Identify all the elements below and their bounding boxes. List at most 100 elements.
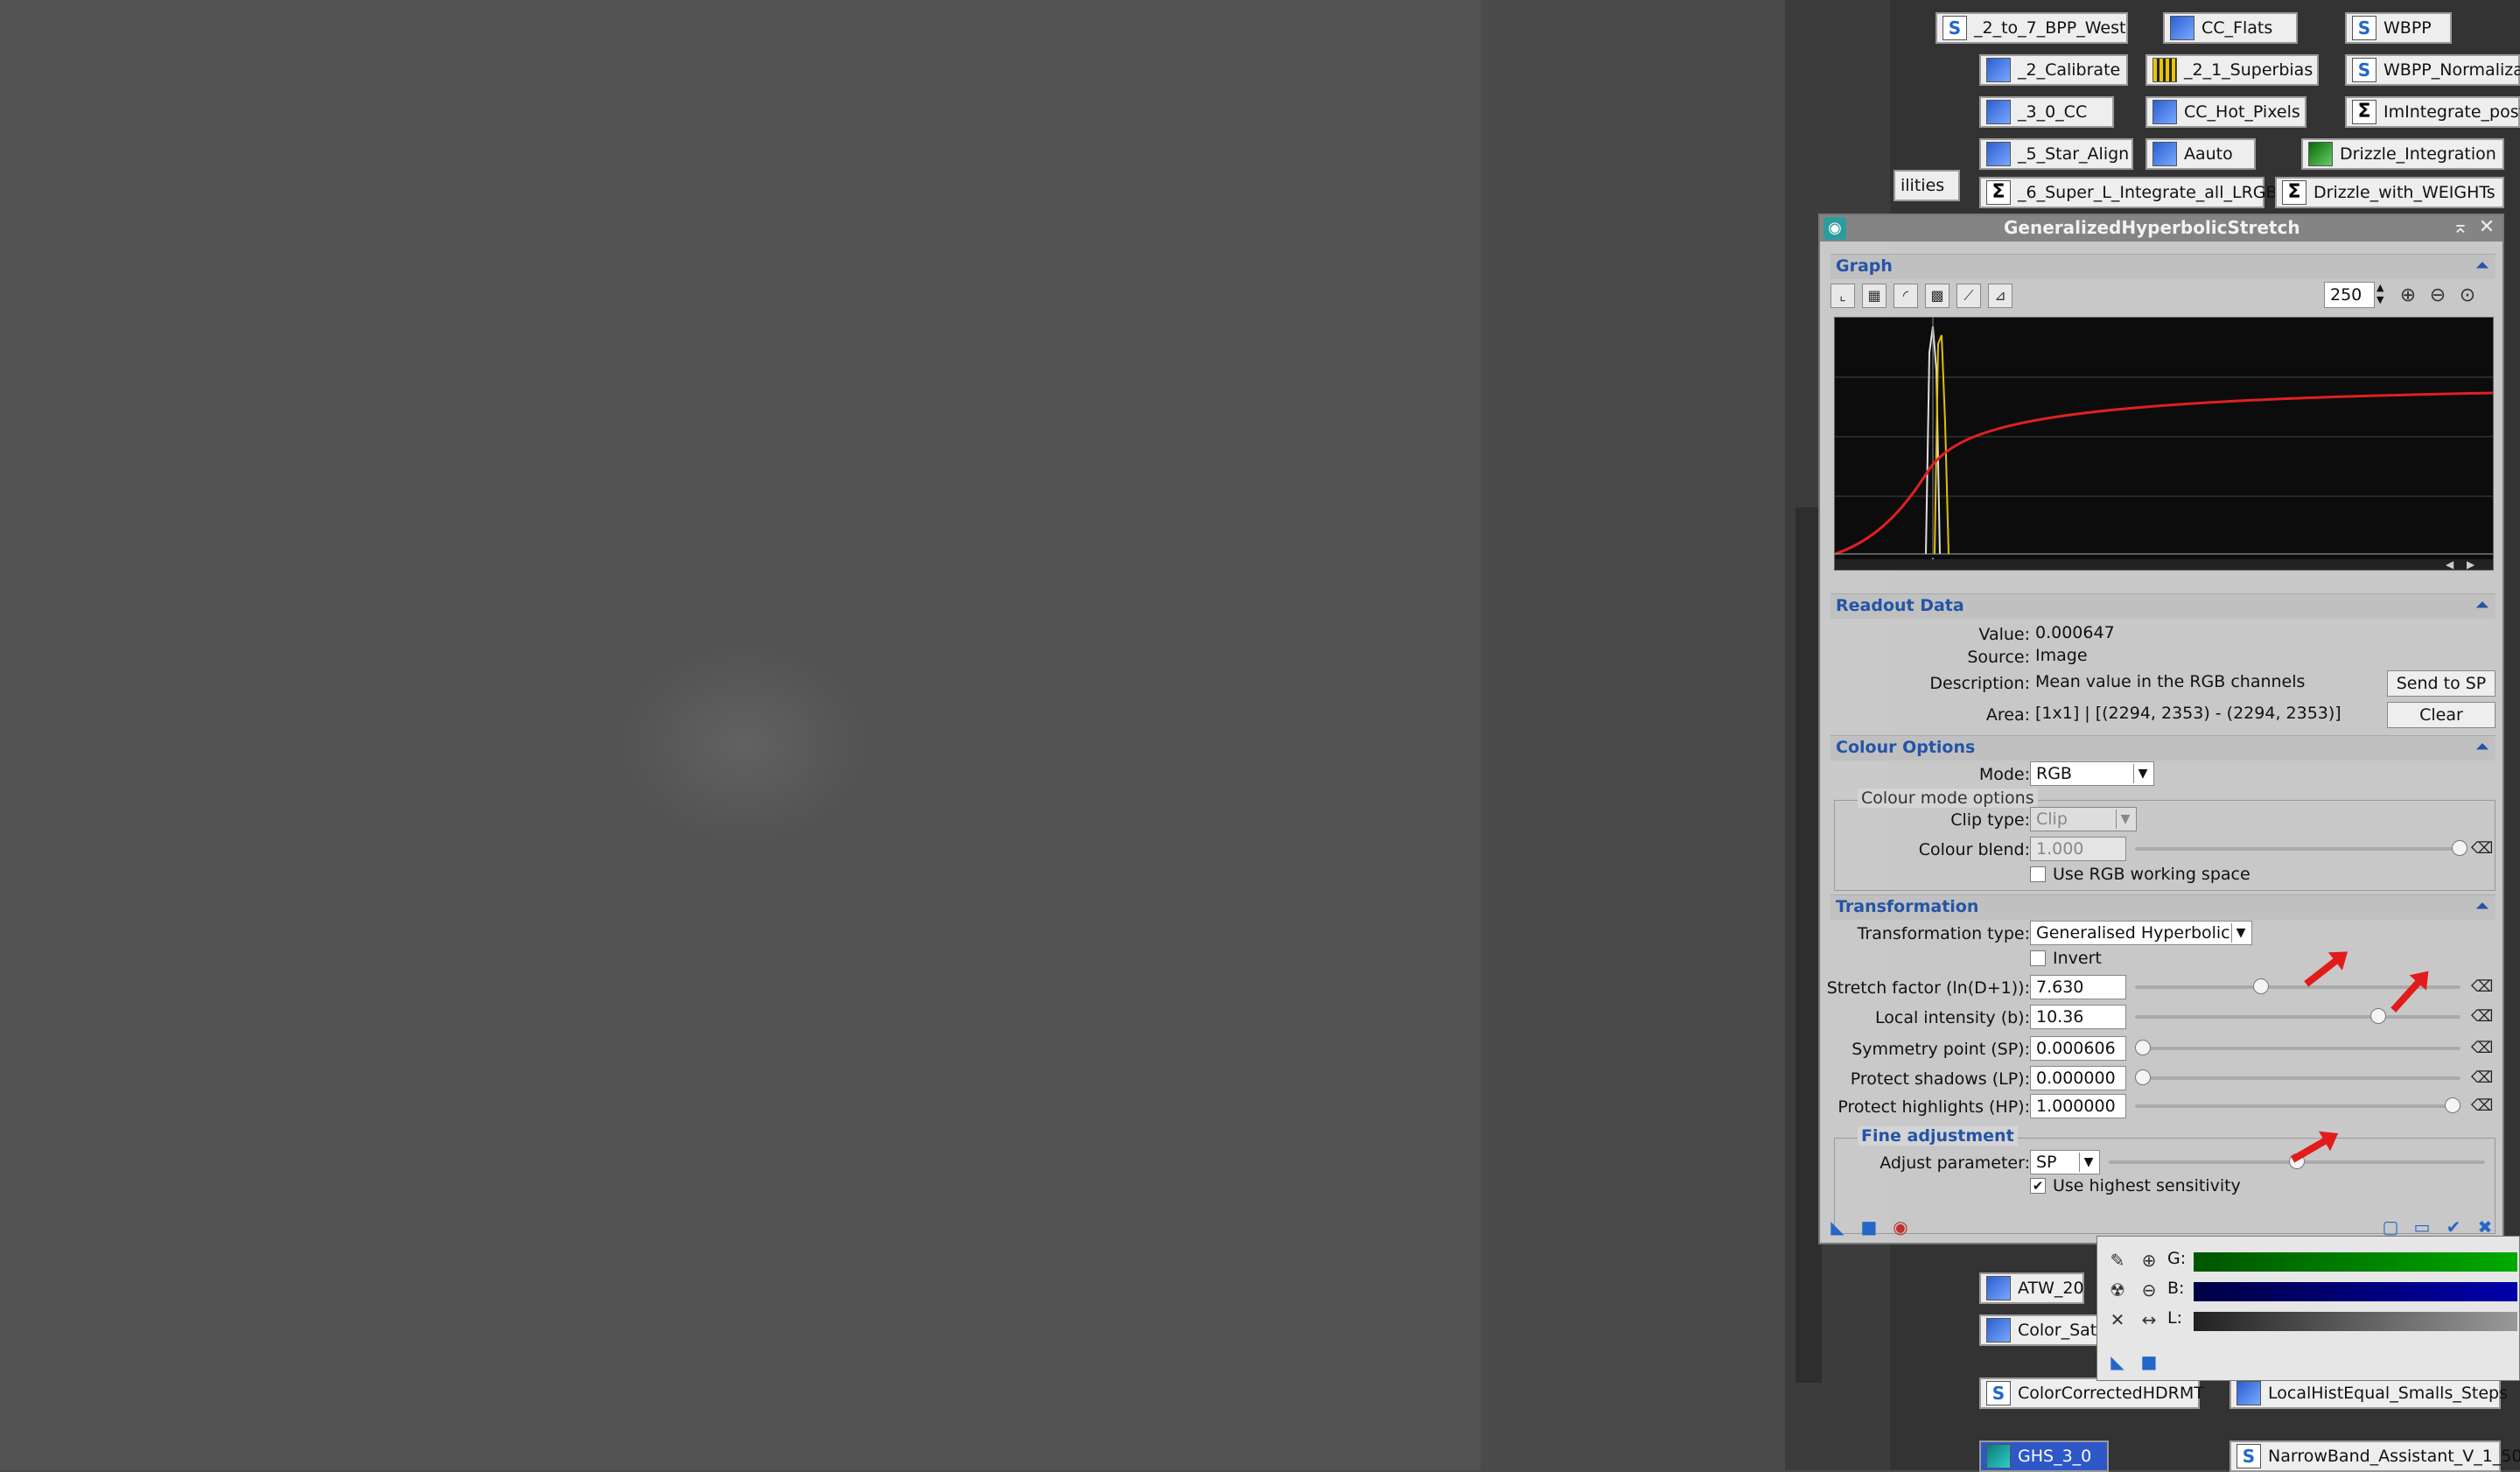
workspace-process-icon[interactable]: Aauto xyxy=(2146,138,2256,170)
dialog-titlebar[interactable]: ◉ GeneralizedHyperbolicStretch ⌅ ✕ xyxy=(1820,215,2502,242)
colour-blend-slider[interactable] xyxy=(2135,840,2468,856)
reset-icon[interactable]: ⌫ xyxy=(2471,978,2493,996)
zoom-in-icon[interactable]: ⊕ xyxy=(2396,284,2420,308)
shade-icon[interactable]: ⌅ xyxy=(2450,217,2471,238)
workspace-process-icon[interactable]: LocalHistEqual_Smalls_Steps xyxy=(2230,1377,2508,1409)
workspace-process-icon[interactable]: Σ Drizzle_with_WEIGHTs xyxy=(2275,177,2504,208)
transformation-type-select[interactable]: Generalised Hyperbolic ▼ xyxy=(2030,921,2252,945)
stf-channel-b[interactable]: B: xyxy=(2167,1279,2517,1305)
edit-icon[interactable]: ✎ xyxy=(2106,1249,2129,1272)
new-instance-icon[interactable]: ◣ xyxy=(1827,1216,1848,1237)
browse-doc-icon[interactable]: ▢ xyxy=(2380,1216,2401,1237)
workspace-process-icon[interactable]: Color_Satu xyxy=(1979,1314,2107,1346)
send-to-sp-button[interactable]: Send to SP xyxy=(2387,670,2496,697)
invert-checkbox[interactable]: Invert xyxy=(2030,949,2102,968)
param-value-input[interactable]: 0.000000 xyxy=(2030,1066,2126,1090)
highest-sensitivity-box[interactable]: ✔ xyxy=(2030,1178,2046,1194)
stf-l-bar[interactable] xyxy=(2194,1312,2517,1331)
image-canvas[interactable] xyxy=(0,0,1787,1470)
clip-type-select[interactable]: Clip ▼ xyxy=(2030,807,2137,831)
workspace-process-icon[interactable]: S WBPP xyxy=(2345,12,2452,44)
param-slider[interactable] xyxy=(2135,1069,2460,1085)
workspace-process-icon[interactable]: Σ ImIntegrate_postL xyxy=(2345,96,2520,128)
reset-icon[interactable]: ⌫ xyxy=(2471,840,2493,858)
graph-grid-icon[interactable]: ▩ xyxy=(1925,284,1950,308)
workspace-process-icon[interactable]: _5_Star_Align xyxy=(1979,138,2133,170)
stf-b-bar[interactable] xyxy=(2194,1282,2517,1301)
graph-log-icon[interactable]: ⊿ xyxy=(1988,284,2012,308)
clear-button[interactable]: Clear xyxy=(2387,702,2496,728)
use-rgb-box[interactable] xyxy=(2030,866,2046,882)
param-slider[interactable] xyxy=(2135,1008,2460,1024)
highest-sensitivity-checkbox[interactable]: ✔ Use highest sensitivity xyxy=(2030,1176,2241,1195)
close-icon[interactable]: ✕ xyxy=(2476,217,2497,238)
reset-icon[interactable]: ⌫ xyxy=(2471,1069,2493,1087)
stf-g-bar[interactable] xyxy=(2194,1252,2517,1272)
use-rgb-checkbox[interactable]: Use RGB working space xyxy=(2030,865,2250,884)
param-value-input[interactable]: 0.000606 xyxy=(2030,1036,2126,1061)
apply-icon[interactable]: ■ xyxy=(2138,1350,2160,1373)
slider-knob[interactable] xyxy=(2135,1040,2151,1055)
graph-curve-icon[interactable]: ◜ xyxy=(1894,284,1918,308)
workspace-process-icon[interactable]: S WBPP_Normalizati xyxy=(2345,54,2520,86)
zoom-spinner[interactable]: ▲ ▼ xyxy=(2376,282,2389,308)
apply-global-icon[interactable]: ■ xyxy=(1858,1216,1880,1237)
slider-knob[interactable] xyxy=(2452,840,2468,856)
slider-knob[interactable] xyxy=(2370,1008,2386,1024)
param-value-input[interactable]: 7.630 xyxy=(2030,975,2126,999)
slider-knob[interactable] xyxy=(2445,1097,2460,1113)
workspace-process-icon[interactable]: _2_Calibrate xyxy=(1979,54,2128,86)
param-value-input[interactable]: 10.36 xyxy=(2030,1005,2126,1029)
new-instance-icon[interactable]: ◣ xyxy=(2106,1350,2129,1373)
zoom-tool-icon[interactable]: ⊕ xyxy=(2138,1249,2160,1272)
stretch-graph[interactable]: ◀ ▶ xyxy=(1834,317,2494,571)
workspace-process-icon[interactable]: Σ _6_Super_L_Integrate_all_LRGB xyxy=(1979,177,2278,208)
real-time-preview-icon[interactable]: ◉ xyxy=(1890,1216,1911,1237)
invert-box[interactable] xyxy=(2030,950,2046,966)
image-view[interactable] xyxy=(0,0,1480,1470)
workspace-process-icon[interactable]: ATW_20 xyxy=(1979,1272,2084,1304)
workspace-process-icon[interactable]: _3_0_CC xyxy=(1979,96,2114,128)
zoom-fit-icon[interactable]: ⊙ xyxy=(2455,284,2480,308)
colour-section-header[interactable]: Colour Options ⏶ xyxy=(1830,735,2496,761)
reset-icon[interactable]: ⌫ xyxy=(2471,1097,2493,1115)
param-value-input[interactable]: 1.000000 xyxy=(2030,1094,2126,1118)
auto-stretch-icon[interactable]: ☢ xyxy=(2106,1279,2129,1301)
edit-instance-icon[interactable]: ▭ xyxy=(2412,1216,2432,1237)
collapse-icon[interactable]: ⏶ xyxy=(2474,598,2490,613)
graph-histogram-icon[interactable]: ▦ xyxy=(1862,284,1886,308)
param-slider[interactable] xyxy=(2135,1097,2460,1113)
graph-stretch-icon[interactable]: ⟋ xyxy=(1956,284,1981,308)
workspace-process-icon[interactable]: CC_Flats xyxy=(2163,12,2298,44)
reset-icon[interactable]: ⌫ xyxy=(2471,1008,2493,1026)
ok-icon[interactable]: ✔ xyxy=(2443,1216,2464,1237)
slider-knob[interactable] xyxy=(2253,978,2269,994)
reset-all-icon[interactable]: ✖ xyxy=(2474,1216,2496,1237)
workspace-process-icon[interactable]: S _2_to_7_BPP_West xyxy=(1936,12,2128,44)
workspace-process-icon[interactable]: ilities xyxy=(1894,170,1960,201)
zoom-out-icon[interactable]: ⊖ xyxy=(2138,1279,2160,1301)
colour-blend-input[interactable]: 1.000 xyxy=(2030,837,2126,861)
workspace-process-icon[interactable]: CC_Hot_Pixels xyxy=(2146,96,2306,128)
collapse-icon[interactable]: ⏶ xyxy=(2474,740,2490,755)
reset-icon[interactable]: ⌫ xyxy=(2471,1040,2493,1057)
collapse-icon[interactable]: ⏶ xyxy=(2474,899,2490,915)
link-icon[interactable]: ↔ xyxy=(2138,1308,2160,1331)
graph-zoom-input[interactable]: 250 xyxy=(2324,282,2375,308)
slider-knob[interactable] xyxy=(2135,1069,2151,1085)
stf-channel-l[interactable]: L: xyxy=(2167,1308,2517,1335)
mode-select[interactable]: RGB ▼ xyxy=(2030,761,2154,786)
adjust-parameter-select[interactable]: SP ▼ xyxy=(2030,1150,2100,1174)
stf-channel-g[interactable]: G: xyxy=(2167,1249,2517,1275)
collapse-icon[interactable]: ⏶ xyxy=(2474,258,2490,274)
workspace-process-icon[interactable]: S ColorCorrectedHDRMT xyxy=(1979,1377,2204,1409)
readout-section-header[interactable]: Readout Data ⏶ xyxy=(1830,593,2496,619)
graph-section-header[interactable]: Graph ⏶ xyxy=(1830,254,2496,279)
workspace-process-icon[interactable]: _2_1_Superbias xyxy=(2146,54,2319,86)
workspace-process-icon[interactable]: S NarrowBand_Assistant_V_1_50 xyxy=(2230,1440,2520,1472)
workspace-process-icon[interactable]: GHS_3_0 xyxy=(1979,1440,2109,1472)
transformation-section-header[interactable]: Transformation ⏶ xyxy=(1830,894,2496,920)
workspace-process-icon[interactable]: Drizzle_Integration xyxy=(2301,138,2504,170)
param-slider[interactable] xyxy=(2135,1040,2460,1055)
graph-linear-icon[interactable]: ⌞ xyxy=(1830,284,1855,308)
